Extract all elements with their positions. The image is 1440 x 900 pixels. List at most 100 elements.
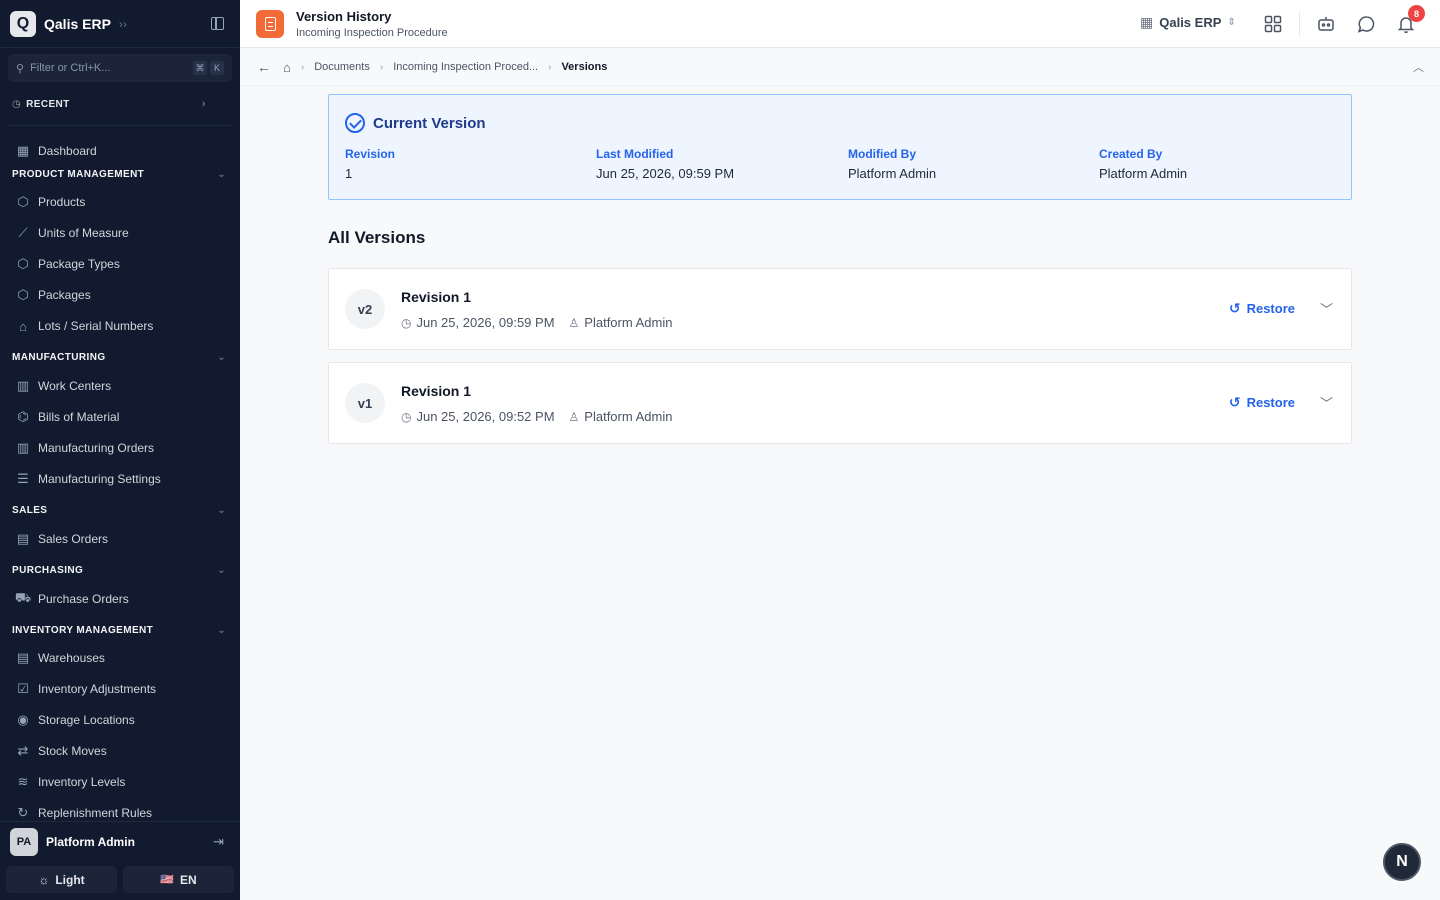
sidebar-item-label: Dashboard <box>38 144 97 158</box>
sidebar-item-label: Stock Moves <box>38 744 107 758</box>
field-revision: Revision 1 <box>345 147 395 181</box>
app-logo[interactable]: Q <box>10 10 36 37</box>
restore-button[interactable]: ↺ Restore <box>1229 394 1295 411</box>
language-button[interactable]: 🇺🇸 EN <box>123 866 234 893</box>
chevron-down-icon[interactable]: ﹀ <box>1320 393 1333 412</box>
breadcrumb-separator-icon: › <box>548 61 552 73</box>
sidebar-item-lots-serial-numbers[interactable]: ⌂ Lots / Serial Numbers <box>0 314 240 338</box>
cart-icon: ⛟ <box>14 590 32 605</box>
breadcrumb-current: Versions <box>561 61 608 73</box>
us-flag-icon: 🇺🇸 <box>160 874 175 886</box>
breadcrumb: ← ⌂ › Documents › Incoming Inspection Pr… <box>240 49 1440 86</box>
version-author: Platform Admin <box>584 315 673 330</box>
sidebar-item-inventory-levels[interactable]: ≋ Inventory Levels <box>0 770 240 794</box>
section-label: SALES <box>12 504 48 516</box>
section-label: PURCHASING <box>12 564 84 576</box>
package-icon: ⬡ <box>17 256 29 271</box>
layers-icon: ≋ <box>17 774 29 789</box>
section-sales[interactable]: SALES ⌄ <box>0 500 240 520</box>
page-subtitle: Incoming Inspection Procedure <box>296 26 448 39</box>
sidebar-item-label: Storage Locations <box>38 713 135 727</box>
sidebar-item-package-types[interactable]: ⬡ Package Types <box>0 252 240 276</box>
version-name: Revision 1 <box>401 289 472 305</box>
page-title: Version History <box>296 8 392 24</box>
section-purchasing[interactable]: PURCHASING ⌄ <box>0 560 240 580</box>
sidebar-item-sales-orders[interactable]: ▤ Sales Orders <box>0 527 240 551</box>
theme-toggle-button[interactable]: ☼ Light <box>6 866 117 893</box>
sidebar-item-purchase-orders[interactable]: ⛟ Purchase Orders <box>0 587 240 611</box>
sidebar-item-products[interactable]: ⬡ Products <box>0 190 240 214</box>
current-version-card: Current Version Revision 1 Last Modified… <box>328 94 1352 200</box>
sidebar-item-units-of-measure[interactable]: ⟋ Units of Measure <box>0 221 240 245</box>
rotate-ccw-icon: ↺ <box>1228 394 1241 410</box>
chevron-down-icon[interactable]: ﹀ <box>1320 299 1333 318</box>
user-bar[interactable]: PA Platform Admin ⇥ <box>0 821 240 861</box>
map-pin-icon: ◉ <box>17 712 29 727</box>
sidebar-toggle-icon[interactable] <box>211 17 224 30</box>
k-key: K <box>210 61 224 75</box>
sidebar-item-label: Inventory Adjustments <box>38 682 157 696</box>
avatar: PA <box>10 827 38 856</box>
section-manufacturing[interactable]: MANUFACTURING ⌄ <box>0 347 240 367</box>
breadcrumb-document[interactable]: Incoming Inspection Proced... <box>393 61 538 73</box>
sidebar-filter-input[interactable]: ⚲ Filter or Ctrl+K... ⌘ K <box>8 54 232 82</box>
apps-grid-icon[interactable] <box>1263 14 1283 34</box>
notification-badge: 8 <box>1408 5 1425 22</box>
network-icon: ⌬ <box>17 409 29 424</box>
sidebar-item-stock-moves[interactable]: ⇄ Stock Moves <box>0 739 240 763</box>
version-author: Platform Admin <box>584 409 673 424</box>
current-version-heading: Current Version <box>345 113 486 133</box>
sidebar-item-label: Warehouses <box>38 651 105 665</box>
sidebar-item-packages[interactable]: ⬡ Packages <box>0 283 240 307</box>
sidebar-item-inventory-adjustments[interactable]: ☑ Inventory Adjustments <box>0 677 240 701</box>
sidebar-item-dashboard[interactable]: ▦ Dashboard <box>0 139 240 163</box>
field-value: Platform Admin <box>1099 166 1188 181</box>
home-icon[interactable]: ⌂ <box>283 60 291 75</box>
refresh-icon: ↻ <box>17 805 29 820</box>
version-badge: v1 <box>345 383 385 423</box>
version-card-v2[interactable]: v2 Revision 1 ◷ Jun 25, 2026, 09:59 PM ♙… <box>328 268 1352 350</box>
section-label: INVENTORY MANAGEMENT <box>12 624 154 636</box>
sidebar-item-manufacturing-orders[interactable]: ▥ Manufacturing Orders <box>0 436 240 460</box>
factory-icon: ▥ <box>16 378 30 393</box>
ruler-icon: ⟋ <box>18 225 28 240</box>
sidebar-item-label: Products <box>38 195 86 209</box>
org-switcher[interactable]: ▦ Qalis ERP ⇕ <box>1140 14 1236 31</box>
version-card-v1[interactable]: v1 Revision 1 ◷ Jun 25, 2026, 09:52 PM ♙… <box>328 362 1352 444</box>
field-label: Created By <box>1099 147 1163 161</box>
tag-icon: ⌂ <box>19 318 27 334</box>
field-last-modified: Last Modified Jun 25, 2026, 09:59 PM <box>596 147 734 181</box>
user-name: Platform Admin <box>46 834 135 849</box>
breadcrumb-documents[interactable]: Documents <box>314 61 370 73</box>
current-version-title: Current Version <box>373 114 486 132</box>
field-created-by: Created By Platform Admin <box>1099 147 1187 181</box>
sidebar-item-label: Bills of Material <box>38 410 120 424</box>
language-label: EN <box>180 872 197 887</box>
sidebar-item-storage-locations[interactable]: ◉ Storage Locations <box>0 708 240 732</box>
sidebar-item-bills-of-material[interactable]: ⌬ Bills of Material <box>0 405 240 429</box>
sidebar-item-warehouses[interactable]: ▤ Warehouses <box>0 646 240 670</box>
app-name[interactable]: Qalis ERP <box>44 16 111 32</box>
restore-label: Restore <box>1246 301 1295 316</box>
floating-action-button[interactable]: N <box>1383 843 1421 881</box>
sidebar-item-label: Replenishment Rules <box>38 806 153 820</box>
section-inventory-management[interactable]: INVENTORY MANAGEMENT ⌄ <box>0 620 240 640</box>
logout-icon[interactable]: ⇥ <box>213 834 224 850</box>
back-arrow-icon[interactable]: ← <box>257 59 271 75</box>
chat-icon[interactable] <box>1356 14 1376 34</box>
breadcrumb-separator-icon: › <box>379 61 384 73</box>
field-label: Last Modified <box>596 147 674 161</box>
chevrons-right-icon[interactable]: ›› <box>119 17 127 31</box>
sidebar-item-manufacturing-settings[interactable]: ☰ Manufacturing Settings <box>0 467 240 491</box>
sidebar-footer-buttons: ☼ Light 🇺🇸 EN <box>6 866 234 893</box>
restore-label: Restore <box>1246 395 1295 410</box>
recent-section[interactable]: ◷ RECENT › <box>0 93 240 115</box>
field-value: Jun 25, 2026, 09:59 PM <box>596 166 735 181</box>
section-product-management[interactable]: PRODUCT MANAGEMENT ⌄ <box>0 164 240 184</box>
restore-button[interactable]: ↺ Restore <box>1229 300 1295 317</box>
chevron-up-icon[interactable]: ︿ <box>1413 59 1424 75</box>
section-label: PRODUCT MANAGEMENT <box>12 168 145 180</box>
bot-icon[interactable] <box>1316 14 1336 34</box>
sidebar-item-work-centers[interactable]: ▥ Work Centers <box>0 374 240 398</box>
clock-icon: ◷ <box>401 409 412 424</box>
